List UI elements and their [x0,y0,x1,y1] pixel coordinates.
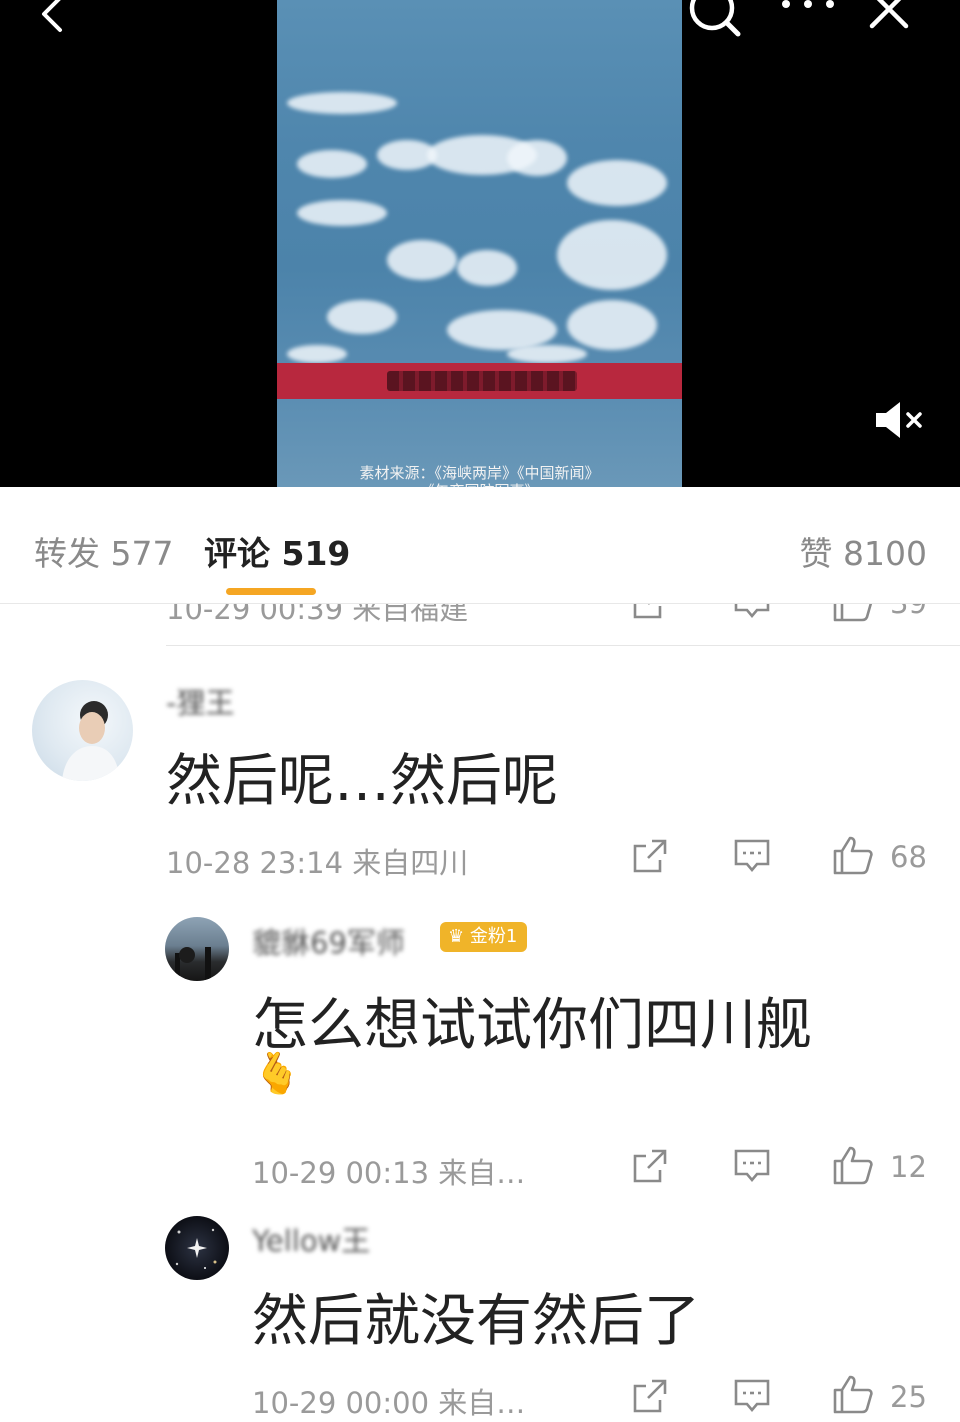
username[interactable]: Yellow王 [252,1218,370,1260]
video-frame[interactable]: 素材来源：《海峡两岸》《中国新闻》 《午夜国防军事》 [277,0,682,487]
tab-bar: 转发 577 评论 519 赞 8100 [0,487,960,604]
like-count: 12 [890,1150,927,1184]
fan-badge-label: 金粉1 [469,926,518,947]
share-icon[interactable] [632,1378,668,1414]
back-icon[interactable] [30,0,74,36]
like-icon[interactable] [832,604,874,622]
video-player[interactable]: 素材来源：《海峡两岸》《中国新闻》 《午夜国防军事》 [0,0,960,487]
finger-heart-emoji: 🫰 [252,1051,302,1097]
username[interactable]: -狸王 [166,680,234,722]
reply-meta: 10-29 00:00 来自… [252,1386,526,1420]
username-text: Yellow王 [252,1224,371,1258]
video-red-banner [277,363,682,399]
tab-repost[interactable]: 转发 577 [34,527,173,575]
username[interactable]: 貔貅69军师 [252,920,405,962]
reply-text: 怎么想试试你们四川舰 [252,993,812,1058]
share-icon[interactable] [632,838,668,874]
comment-meta: 10-28 23:14 来自四川 [166,846,469,880]
mute-icon[interactable] [872,398,930,442]
like-count: 68 [890,840,927,874]
comment-icon[interactable] [733,838,771,874]
username-text: -狸王 [166,686,235,720]
fan-badge[interactable]: ♛ 金粉1 [440,922,528,952]
like-icon[interactable] [832,835,874,875]
share-icon[interactable] [632,1148,668,1184]
more-icon[interactable] [778,0,838,12]
comment-icon[interactable] [733,1148,771,1184]
avatar[interactable] [32,680,133,781]
video-caption-line2: 《午夜国防军事》 [277,480,682,487]
previous-comment-footer: 10-29 00:39 来自福建 39 [0,604,960,624]
reply-text: 然后就没有然后了 [252,1289,700,1354]
close-icon[interactable] [866,0,912,32]
comment-icon[interactable] [733,1378,771,1414]
avatar[interactable] [165,1216,229,1280]
like-count: 25 [890,1380,927,1414]
avatar[interactable] [165,917,229,981]
like-icon[interactable] [832,1145,874,1185]
banner-text-redacted [387,371,577,391]
like-icon[interactable] [832,1374,874,1414]
crown-icon: ♛ [448,926,465,947]
username-text: 貔貅69军师 [252,926,405,960]
like-count: 39 [890,604,927,620]
comment-icon[interactable] [733,604,771,620]
comment-meta: 10-29 00:39 来自福建 [166,604,469,624]
tab-comments[interactable]: 评论 519 [204,527,350,575]
comment-text: 然后呢…然后呢 [166,749,558,814]
share-icon[interactable] [632,604,668,620]
active-tab-indicator [226,588,316,595]
divider [166,645,960,646]
search-icon[interactable] [686,0,742,38]
tab-likes[interactable]: 赞 8100 [800,527,927,575]
reply-meta: 10-29 00:13 来自… [252,1156,526,1190]
